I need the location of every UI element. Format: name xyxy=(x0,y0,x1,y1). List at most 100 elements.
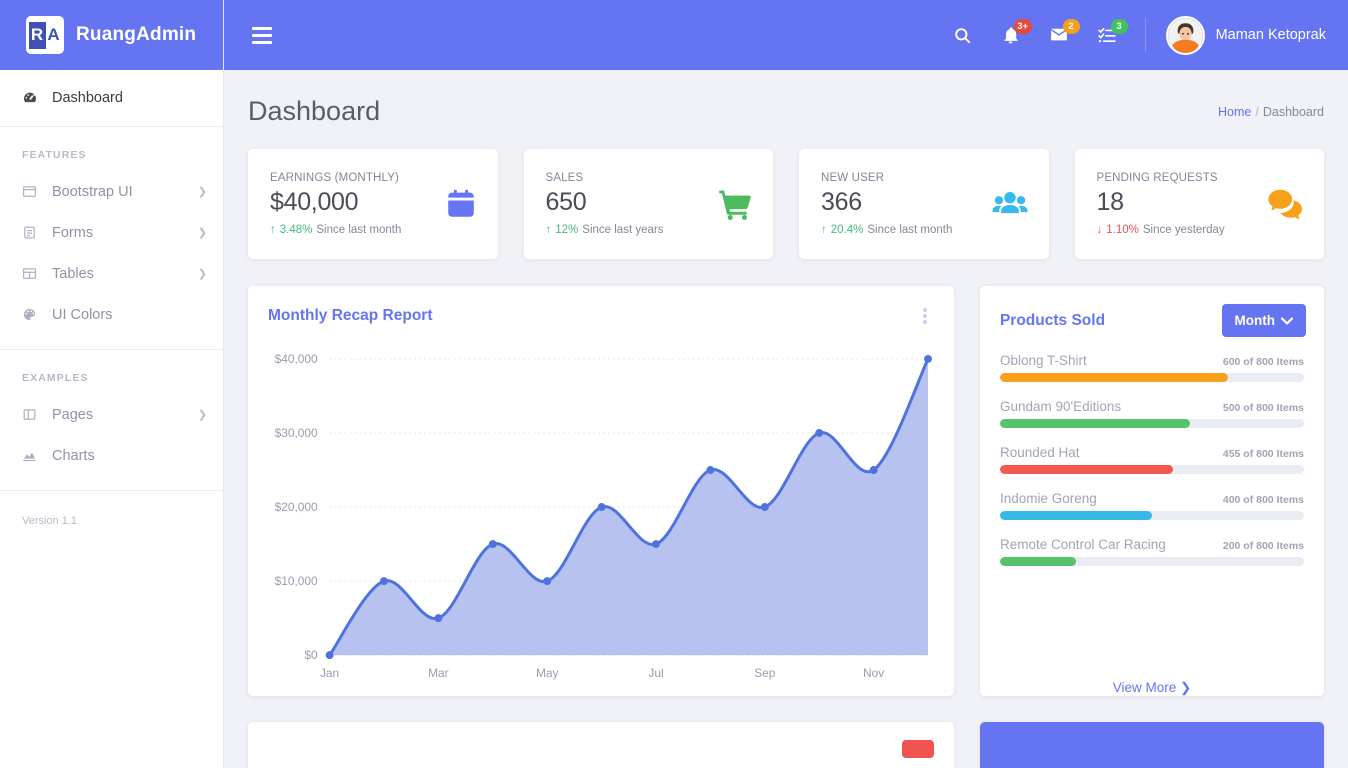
chevron-right-icon: ❯ xyxy=(198,185,207,198)
messages-badge: 2 xyxy=(1063,19,1080,34)
messages-envelope-icon[interactable]: 2 xyxy=(1037,13,1081,57)
sidebar-item-bootstrap-ui[interactable]: Bootstrap UI ❯ xyxy=(0,171,223,212)
user-menu[interactable]: Maman Ketoprak xyxy=(1166,16,1326,55)
sidebar: R A RuangAdmin Dashboard FEATURES Bootst… xyxy=(0,0,224,768)
chart-data-point[interactable] xyxy=(598,503,606,511)
brand-name: RuangAdmin xyxy=(76,24,196,46)
tasks-icon[interactable]: 3 xyxy=(1085,13,1129,57)
month-filter-dropdown[interactable]: Month xyxy=(1222,304,1306,337)
page-title: Dashboard xyxy=(248,96,380,127)
sidebar-item-forms[interactable]: Forms ❯ xyxy=(0,212,223,253)
chart-data-point[interactable] xyxy=(924,354,932,362)
chart-data-point[interactable] xyxy=(870,466,878,474)
chart-xtick-label: May xyxy=(536,666,559,680)
bottom-red-button[interactable] xyxy=(902,740,934,758)
sidebar-label: Tables xyxy=(52,266,185,282)
brand-mark-icon: R A xyxy=(26,16,64,54)
breadcrumb-home[interactable]: Home xyxy=(1218,105,1251,119)
stat-note: Since yesterday xyxy=(1143,224,1225,236)
chart-data-point[interactable] xyxy=(652,540,660,548)
stat-title: PENDING REQUESTS xyxy=(1097,172,1225,184)
comments-icon xyxy=(1266,185,1304,223)
stat-value: $40,000 xyxy=(270,188,401,217)
stat-card-pending-requests[interactable]: PENDING REQUESTS 18 ↓1.10% Since yesterd… xyxy=(1075,149,1325,259)
stat-card-new-user[interactable]: NEW USER 366 ↑20.4% Since last month xyxy=(799,149,1049,259)
stat-card-sales[interactable]: SALES 650 ↑12% Since last years xyxy=(524,149,774,259)
brand-logo-block[interactable]: R A RuangAdmin xyxy=(0,0,223,70)
chevron-right-icon: ❯ xyxy=(198,408,207,421)
window-icon xyxy=(22,184,39,199)
chart-area-icon xyxy=(22,448,39,463)
product-progress-fill xyxy=(1000,511,1152,520)
sidebar-heading-examples: EXAMPLES xyxy=(0,350,223,394)
chart-data-point[interactable] xyxy=(326,651,334,659)
product-count: 455 of 800 Items xyxy=(1223,448,1304,460)
stat-value: 18 xyxy=(1097,188,1225,217)
columns-icon xyxy=(22,407,39,422)
product-progress-fill xyxy=(1000,419,1190,428)
chart-data-point[interactable] xyxy=(543,577,551,585)
product-name: Gundam 90'Editions xyxy=(1000,399,1121,414)
products-sold-card: Products Sold Month Oblong T-Shirt 600 of… xyxy=(980,286,1324,696)
product-label-line: Gundam 90'Editions500 of 800 Items xyxy=(1000,399,1304,414)
bottom-white-card xyxy=(248,722,954,768)
sidebar-item-pages[interactable]: Pages ❯ xyxy=(0,394,223,435)
notifications-bell-icon[interactable]: 3+ xyxy=(989,13,1033,57)
bottom-row xyxy=(248,722,1324,768)
chart-xtick-label: Mar xyxy=(428,666,449,680)
topbar: 3+ 2 3 xyxy=(224,0,1348,70)
sidebar-item-charts[interactable]: Charts xyxy=(0,435,223,476)
product-progress-track xyxy=(1000,419,1304,428)
tasks-badge: 3 xyxy=(1111,19,1128,34)
product-progress-track xyxy=(1000,465,1304,474)
bottom-blue-card xyxy=(980,722,1324,768)
chart-xtick-label: Jan xyxy=(320,666,339,680)
stat-arrow: ↑ xyxy=(821,224,827,236)
stat-text: SALES 650 ↑12% Since last years xyxy=(546,172,664,236)
product-progress-track xyxy=(1000,373,1304,382)
chart-ytick-label: $30,000 xyxy=(275,425,318,439)
breadcrumb-separator: / xyxy=(1255,105,1258,119)
product-label-line: Indomie Goreng400 of 800 Items xyxy=(1000,491,1304,506)
stat-percent: 12% xyxy=(555,224,578,236)
product-name: Indomie Goreng xyxy=(1000,491,1097,506)
product-row: Oblong T-Shirt 600 of 800 Items xyxy=(1000,353,1304,382)
shopping-cart-icon xyxy=(717,186,753,222)
chart-data-point[interactable] xyxy=(815,429,823,437)
page-content: Dashboard Home/Dashboard EARNINGS (MONTH… xyxy=(224,70,1348,768)
chart-data-point[interactable] xyxy=(761,503,769,511)
sidebar-item-ui-colors[interactable]: UI Colors xyxy=(0,294,223,335)
monthly-recap-card: Monthly Recap Report $40,000$30,000$20,0… xyxy=(248,286,954,696)
chart-plot-area: $40,000$30,000$20,000$10,000$0JanMarMayJ… xyxy=(248,341,954,705)
logo-letter-r: R xyxy=(29,22,46,49)
kebab-menu-icon[interactable] xyxy=(916,303,934,329)
stat-card-earnings[interactable]: EARNINGS (MONTHLY) $40,000 ↑3.48% Since … xyxy=(248,149,498,259)
product-progress-fill xyxy=(1000,373,1228,382)
topbar-actions: 3+ 2 3 xyxy=(941,13,1326,57)
product-name: Oblong T-Shirt xyxy=(1000,353,1087,368)
product-name: Rounded Hat xyxy=(1000,445,1080,460)
search-icon[interactable] xyxy=(941,13,985,57)
product-label-line: Oblong T-Shirt 600 of 800 Items xyxy=(1000,353,1304,368)
chart-data-point[interactable] xyxy=(434,614,442,622)
products-list: Oblong T-Shirt 600 of 800 Items Gundam 90'… xyxy=(980,345,1324,668)
chart-xtick-label: Sep xyxy=(754,666,776,680)
topbar-divider xyxy=(1145,18,1146,52)
hamburger-icon[interactable] xyxy=(248,21,276,50)
clipboard-icon xyxy=(22,225,39,240)
chevron-down-icon xyxy=(1281,317,1293,325)
product-label-line: Remote Control Car Racing200 of 800 Item… xyxy=(1000,537,1304,552)
sidebar-item-dashboard[interactable]: Dashboard xyxy=(0,70,223,127)
stat-footer: ↑12% Since last years xyxy=(546,224,664,236)
product-count: 600 of 800 Items xyxy=(1223,356,1304,368)
user-avatar xyxy=(1166,16,1205,55)
product-row: Remote Control Car Racing200 of 800 Item… xyxy=(1000,537,1304,566)
chart-data-point[interactable] xyxy=(380,577,388,585)
month-filter-label: Month xyxy=(1235,313,1275,328)
sidebar-item-tables[interactable]: Tables ❯ xyxy=(0,253,223,294)
chart-data-point[interactable] xyxy=(489,540,497,548)
products-title: Products Sold xyxy=(1000,312,1105,330)
chart-data-point[interactable] xyxy=(706,466,714,474)
view-more-link[interactable]: View More ❯ xyxy=(980,668,1324,696)
product-count: 200 of 800 Items xyxy=(1223,540,1304,552)
